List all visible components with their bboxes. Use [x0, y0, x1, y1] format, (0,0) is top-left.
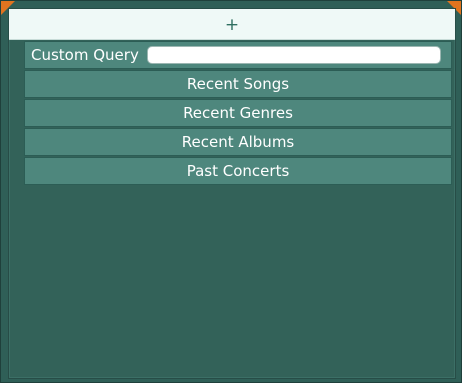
plus-icon: +	[224, 14, 240, 35]
custom-query-label: Custom Query	[31, 46, 139, 64]
query-list: Custom Query Recent Songs Recent Genres …	[24, 41, 452, 186]
query-item-past-concerts[interactable]: Past Concerts	[24, 157, 452, 185]
query-item-recent-genres[interactable]: Recent Genres	[24, 99, 452, 127]
app-window: + Custom Query Recent Songs Recent Genre…	[0, 0, 462, 383]
add-query-button[interactable]: +	[9, 9, 455, 40]
query-item-recent-songs[interactable]: Recent Songs	[24, 70, 452, 98]
custom-query-row: Custom Query	[24, 41, 452, 69]
custom-query-input[interactable]	[146, 46, 441, 64]
query-item-recent-albums[interactable]: Recent Albums	[24, 128, 452, 156]
